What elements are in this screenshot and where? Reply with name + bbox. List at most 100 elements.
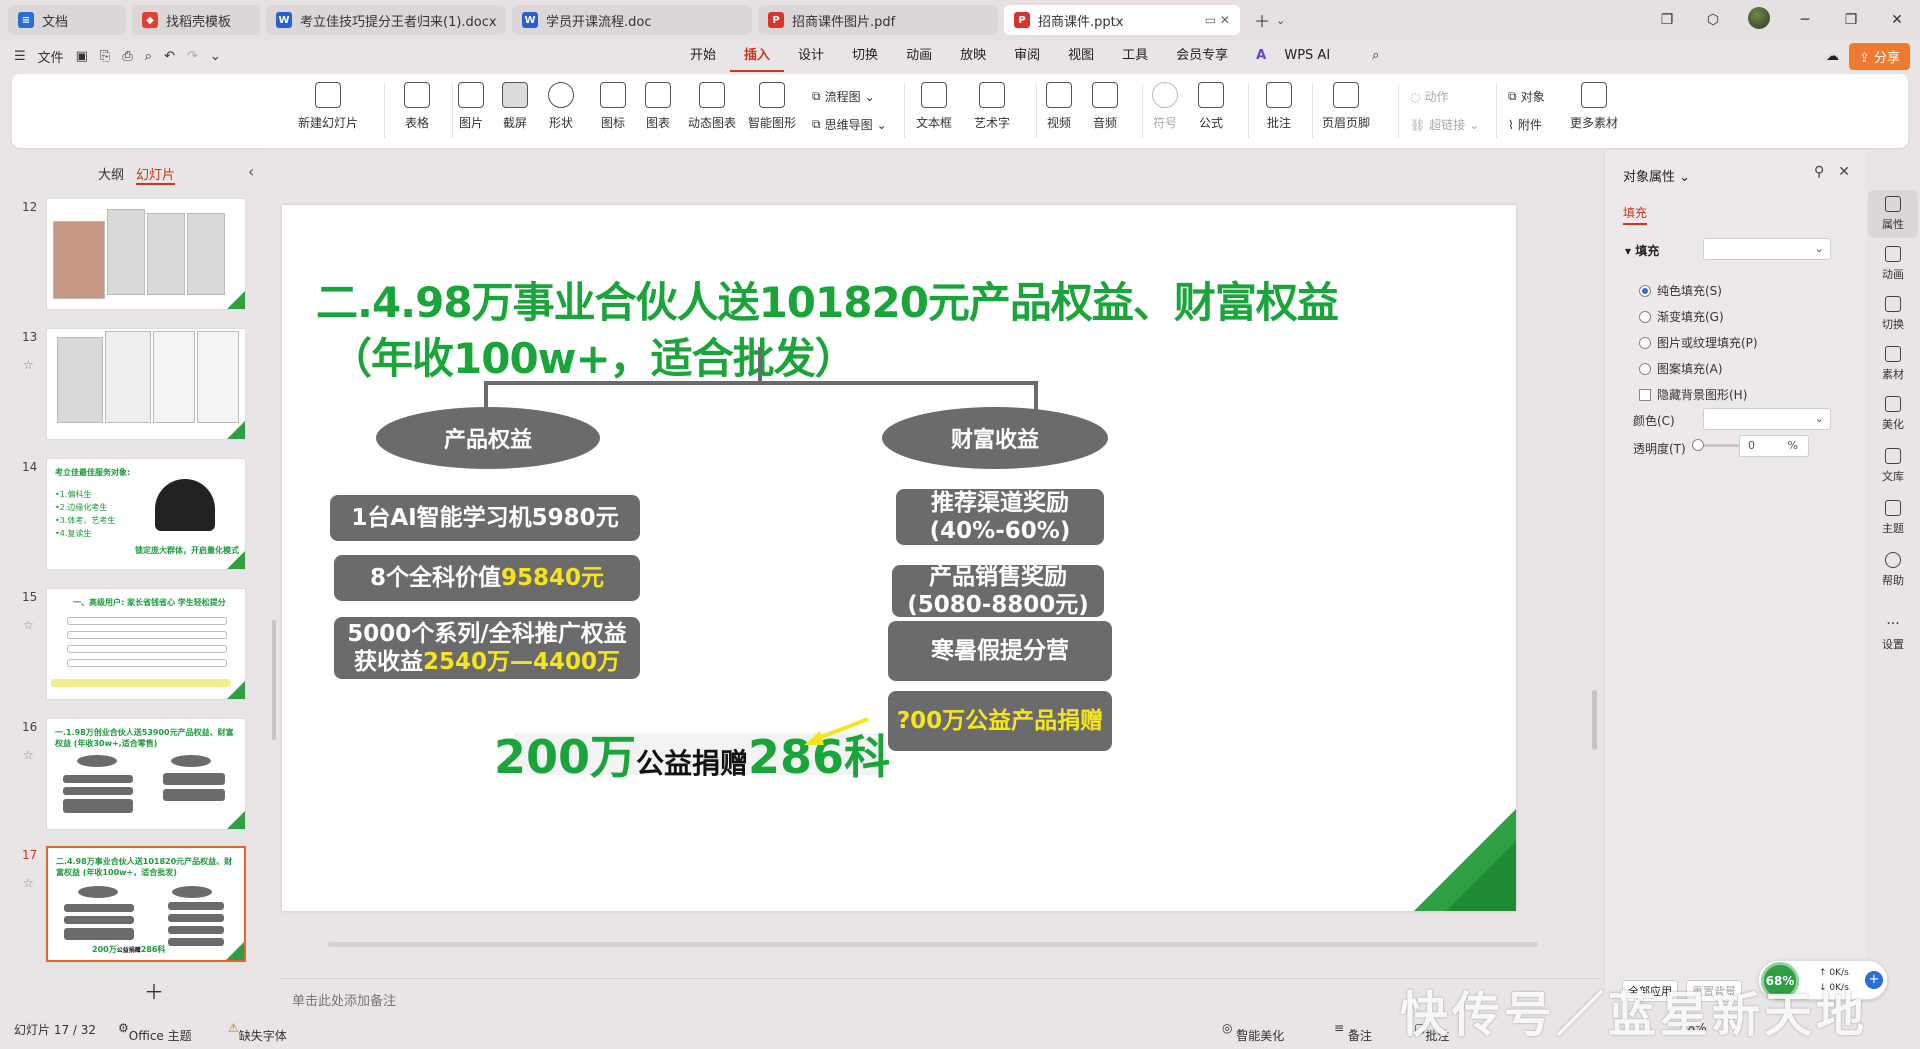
art-text-button[interactable]: 艺术字 [974, 82, 1010, 131]
picture-button[interactable]: 图片 [458, 82, 484, 131]
product-rights-ellipse[interactable]: 产品权益 [376, 407, 600, 469]
new-tab-icon[interactable]: ＋ [1254, 8, 1270, 32]
transparency-input[interactable]: 0% [1739, 435, 1809, 457]
horizontal-scrollbar[interactable] [288, 940, 1584, 948]
menu-tools[interactable]: 工具 [1108, 40, 1162, 72]
rail-transition[interactable]: 切换 [1868, 296, 1918, 332]
menu-member[interactable]: 会员专享 [1162, 40, 1242, 72]
solid-fill-radio[interactable]: 纯色填充(S) [1639, 282, 1722, 299]
arrow-annotation[interactable] [802, 715, 872, 751]
slide-thumbnail[interactable] [46, 198, 246, 310]
star-icon[interactable]: ☆ [23, 748, 34, 762]
file-menu[interactable]: 文件 [38, 47, 64, 66]
slide-thumbnail-active[interactable]: 二.4.98万事业合伙人送101820元产品权益、财富权益 (年收100w+，适… [46, 846, 246, 962]
pin-icon[interactable]: ⚲ [1814, 164, 1824, 180]
star-icon[interactable]: ☆ [23, 358, 34, 372]
wealth-income-ellipse[interactable]: 财富收益 [882, 407, 1108, 469]
close-window-icon[interactable]: ✕ [1874, 12, 1920, 28]
shape-button[interactable]: 形状 [548, 82, 574, 131]
new-slide-button[interactable]: 新建幻灯片 [298, 82, 358, 131]
save-icon[interactable]: ▣ [76, 49, 88, 64]
preview-icon[interactable]: ⌕ [145, 49, 152, 64]
tab-docx-2[interactable]: W 学员开课流程.doc [512, 5, 752, 35]
vertical-scrollbar[interactable] [1590, 210, 1598, 930]
cloud-upload-icon[interactable]: ☁ [1826, 49, 1839, 64]
product-box-1[interactable]: 1台AI智能学习机5980元 [330, 495, 640, 541]
outline-tab[interactable]: 大纲 [98, 164, 124, 183]
gradient-fill-radio[interactable]: 渐变填充(G) [1639, 308, 1724, 325]
smart-shape-button[interactable]: 智能图形 [748, 82, 796, 131]
slide-thumbnail[interactable]: 考立佳最佳服务对象: •1.偏科生 •2.边缘化考生 •3.体考、艺考生 •4.… [46, 458, 246, 570]
theme-name[interactable]: ⚙ Office 主题 [118, 1021, 192, 1043]
close-icon[interactable]: ▭ ✕ [1205, 13, 1230, 27]
redo-icon[interactable]: ↷ [187, 49, 198, 64]
product-box-3[interactable]: 5000个系列/全科推广权益 获收益2540万—4400万 [334, 617, 640, 679]
wealth-box-3[interactable]: 寒暑假提分营 [888, 621, 1112, 681]
slide-thumbnail[interactable]: 一、高级用户: 家长省钱省心 学生轻松提分 [46, 588, 246, 700]
screenshot-button[interactable]: 截屏 [502, 82, 528, 131]
color-select[interactable]: ⌄ [1703, 408, 1831, 430]
rail-help[interactable]: 帮助 [1868, 552, 1918, 588]
chart-button[interactable]: 图表 [645, 82, 671, 131]
search-icon[interactable]: ⌕ [1358, 40, 1393, 72]
menu-view[interactable]: 视图 [1054, 40, 1108, 72]
more-material-button[interactable]: 更多素材 [1570, 82, 1618, 131]
slide-17[interactable]: 二.4.98万事业合伙人送101820元产品权益、财富权益 （年收100w+，适… [282, 205, 1516, 911]
star-icon[interactable]: ☆ [23, 876, 34, 890]
menu-animation[interactable]: 动画 [892, 40, 946, 72]
wps-ai-button[interactable]: A WPS AI [1242, 40, 1358, 72]
rail-theme[interactable]: 主题 [1868, 500, 1918, 536]
fill-section[interactable]: ▾ 填充 [1625, 242, 1659, 259]
star-icon[interactable]: ☆ [23, 618, 34, 632]
undo-icon[interactable]: ↶ [164, 49, 175, 64]
pattern-fill-radio[interactable]: 图案填充(A) [1639, 360, 1723, 377]
menu-design[interactable]: 设计 [784, 40, 838, 72]
tab-docs[interactable]: ≡ 文档 [8, 5, 126, 35]
slide-thumbnail[interactable]: 一.1.98万创业合伙人送53900元产品权益、财富权益 (年收30w+,适合零… [46, 718, 246, 830]
comment-button[interactable]: 批注 [1266, 82, 1292, 131]
flowchart-button[interactable]: ⧉ 流程图 ⌄ [812, 88, 875, 105]
close-icon[interactable]: ✕ [1838, 164, 1850, 180]
picture-fill-radio[interactable]: 图片或纹理填充(P) [1639, 334, 1758, 351]
fill-tab[interactable]: 填充 [1623, 204, 1648, 225]
notes-placeholder[interactable]: 单击此处添加备注 [292, 990, 1592, 1009]
action-button[interactable]: ◌ 动作 [1410, 88, 1449, 105]
hide-bg-checkbox[interactable]: 隐藏背景图形(H) [1639, 386, 1747, 403]
minimize-icon[interactable]: ─ [1782, 12, 1828, 28]
tab-pptx[interactable]: P 招商课件.pptx ▭ ✕ [1004, 5, 1240, 35]
chevron-down-icon[interactable]: ⌄ [210, 49, 221, 64]
video-button[interactable]: 视频 [1046, 82, 1072, 131]
wealth-box-1[interactable]: 推荐渠道奖励 (40%-60%) [896, 489, 1104, 545]
avatar[interactable] [1736, 7, 1782, 33]
chevron-left-icon[interactable]: ‹ [248, 162, 254, 181]
dynamic-chart-button[interactable]: 动态图表 [688, 82, 736, 131]
slides-tab[interactable]: 幻灯片 [136, 164, 176, 185]
smart-beautify-button[interactable]: ◎ 智能美化 ⌄ [1222, 1021, 1284, 1043]
textbox-button[interactable]: 文本框 [916, 82, 952, 131]
slide-thumbnail[interactable] [46, 328, 246, 440]
rail-library[interactable]: 文库 [1868, 448, 1918, 484]
restore-icon[interactable]: ❐ [1828, 12, 1874, 28]
menu-slideshow[interactable]: 放映 [946, 40, 1000, 72]
missing-font-warning[interactable]: ⚠ 缺失字体 [228, 1021, 287, 1043]
tab-docer[interactable]: ◆ 找稻壳模板 [132, 5, 260, 35]
export-icon[interactable]: ⎘ [100, 49, 110, 64]
attachment-button[interactable]: ⌇ 附件 [1508, 116, 1542, 133]
notes-toggle[interactable]: ≡ 备注 ⌄ [1334, 1021, 1372, 1043]
menu-review[interactable]: 审阅 [1000, 40, 1054, 72]
table-button[interactable]: 表格 [404, 82, 430, 131]
fill-select[interactable]: ⌄ [1703, 238, 1831, 260]
formula-button[interactable]: 公式 [1198, 82, 1224, 131]
tab-pdf[interactable]: P 招商课件图片.pdf [758, 5, 998, 35]
wealth-box-4[interactable]: ?00万公益产品捐赠 [888, 691, 1112, 751]
audio-button[interactable]: 音频 [1092, 82, 1118, 131]
add-slide-button[interactable]: ＋ [144, 976, 164, 1005]
cube-icon[interactable]: ⬡ [1690, 12, 1736, 28]
tab-docx-1[interactable]: W 考立佳技巧提分王者归来(1).docx [266, 5, 506, 35]
icon-button[interactable]: 图标 [600, 82, 626, 131]
hyperlink-button[interactable]: ⛓ 超链接 ⌄ [1410, 116, 1479, 133]
mindmap-button[interactable]: ⧉ 思维导图 ⌄ [812, 116, 887, 133]
rail-properties[interactable]: 属性 [1868, 190, 1918, 238]
window-tile-icon[interactable]: ❐ [1644, 12, 1690, 28]
symbol-button[interactable]: 符号 [1152, 82, 1178, 131]
